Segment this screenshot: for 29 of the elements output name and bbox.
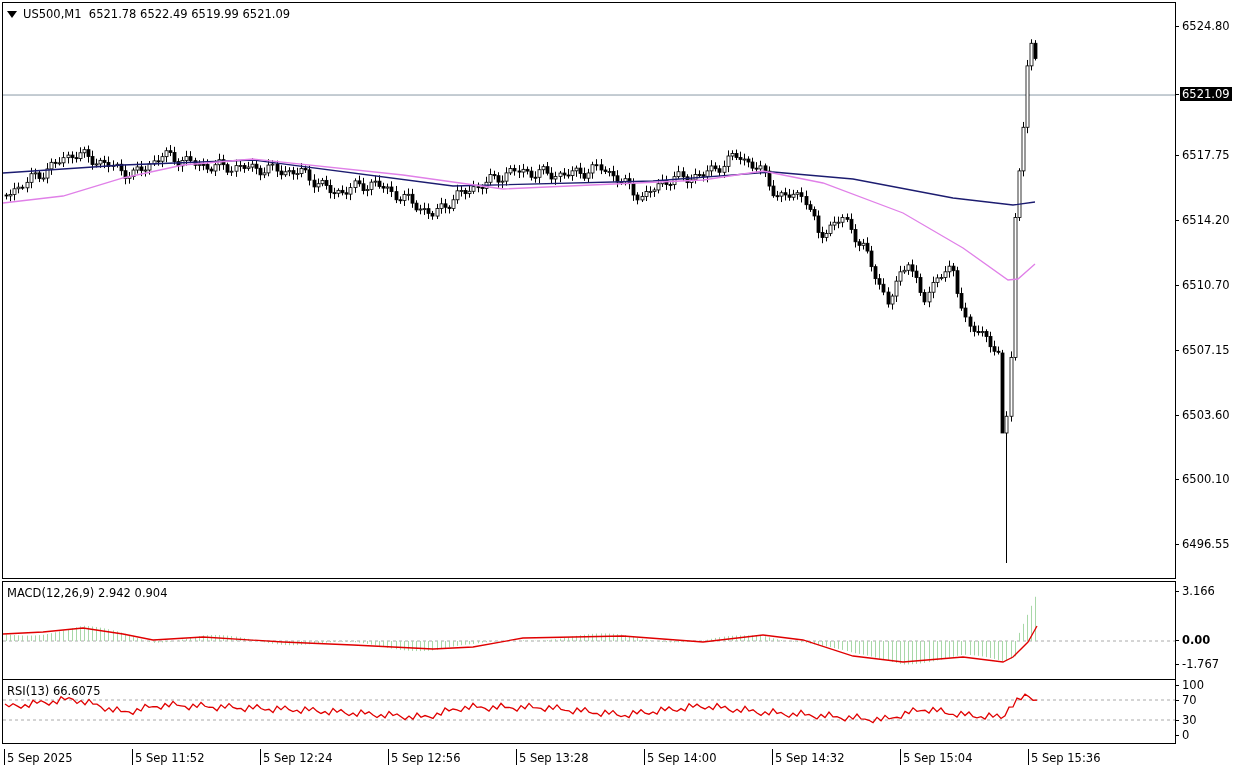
price-label: 6514.20 (1182, 213, 1230, 228)
indicator-label: RSI(13) 66.6075 (7, 684, 101, 698)
time-label: 5 Sep 15:04 (900, 749, 1028, 765)
time-label: 5 Sep 12:56 (388, 749, 516, 765)
price-label: 6496.55 (1182, 537, 1230, 551)
chart-title: US500,M1 6521.78 6522.49 6519.99 6521.09 (23, 7, 291, 21)
indicator-label: MACD(12,26,9) 2.942 0.904 (7, 586, 168, 600)
time-label: 5 Sep 13:28 (516, 749, 644, 765)
time-label: 5 Sep 2025 (4, 749, 132, 765)
dropdown-triangle-icon[interactable] (7, 10, 17, 18)
macd-scale-label: 0.00 (1182, 633, 1211, 647)
price-label: 6503.60 (1182, 407, 1230, 422)
rsi-scale-label: 0 (1182, 728, 1190, 742)
price-label: 6510.70 (1182, 277, 1230, 292)
price-label: 6517.75 (1182, 148, 1230, 163)
time-label: 5 Sep 15:36 (1028, 749, 1156, 765)
price-label: 6524.80 (1182, 19, 1230, 33)
time-label: 5 Sep 12:24 (260, 749, 388, 765)
time-label: 5 Sep 14:00 (644, 749, 772, 765)
rsi-scale-label: 30 (1182, 713, 1197, 727)
time-label: 5 Sep 11:52 (132, 749, 260, 765)
macd-scale-label: 3.166 (1182, 584, 1215, 598)
time-label: 5 Sep 14:32 (772, 749, 900, 765)
price-label: 6507.15 (1182, 342, 1230, 357)
price-label: 6500.10 (1182, 471, 1230, 486)
macd-scale-label: -1.767 (1182, 657, 1220, 671)
rsi-scale-label: 70 (1182, 693, 1197, 707)
current-price-label: 6521.09 (1180, 87, 1232, 101)
rsi-scale-label: 100 (1182, 678, 1204, 692)
